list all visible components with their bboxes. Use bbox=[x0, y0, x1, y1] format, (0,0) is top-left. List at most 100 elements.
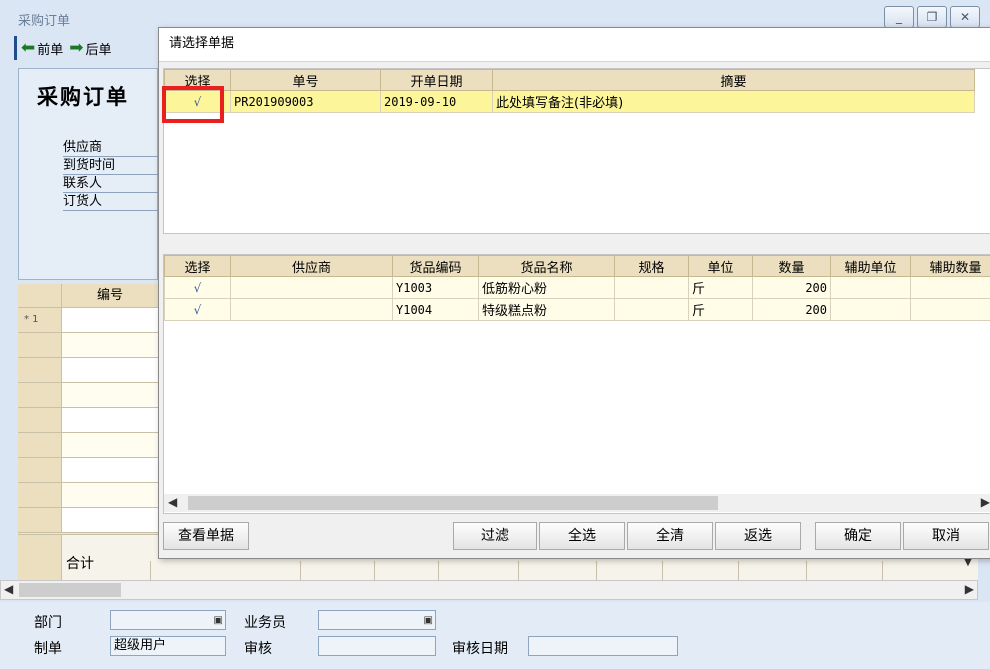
items-table-area: 选择 供应商 货品编码 货品名称 规格 单位 数量 辅助单位 辅助数量 √ Y1… bbox=[163, 254, 990, 514]
restore-icon[interactable]: ❐ bbox=[917, 6, 947, 28]
dropdown-icon: ▣ bbox=[213, 615, 223, 626]
grid-row[interactable] bbox=[18, 433, 158, 458]
items-table: 选择 供应商 货品编码 货品名称 规格 单位 数量 辅助单位 辅助数量 √ Y1… bbox=[164, 255, 990, 321]
order-no-cell: PR201909003 bbox=[230, 90, 381, 113]
orders-table-area: 选择 单号 开单日期 摘要 √ PR201909003 2019-09-10 此… bbox=[163, 68, 990, 234]
summary-cell: 此处填写备注(非必填) bbox=[492, 90, 975, 113]
order-lines-grid: 编号 * 1 bbox=[18, 284, 158, 533]
column-header-qty[interactable]: 数量 bbox=[752, 255, 831, 277]
column-header-aux-qty[interactable]: 辅助数量 bbox=[910, 255, 990, 277]
grid-row[interactable] bbox=[18, 333, 158, 358]
scroll-left-icon[interactable]: ◀ bbox=[4, 582, 13, 596]
contact-field-label: 联系人 bbox=[63, 175, 159, 193]
prev-order-label: 前单 bbox=[37, 42, 64, 58]
select-document-dialog: 请选择单据 选择 单号 开单日期 摘要 √ PR201909003 2019-0… bbox=[158, 27, 990, 559]
grid-row[interactable] bbox=[18, 383, 158, 408]
scroll-left-icon[interactable]: ◀ bbox=[168, 495, 177, 509]
chevron-down-icon[interactable]: ▼ bbox=[960, 557, 976, 575]
date-cell: 2019-09-10 bbox=[380, 90, 493, 113]
column-header-select[interactable]: 选择 bbox=[164, 255, 231, 277]
dialog-title: 请选择单据 bbox=[159, 28, 990, 62]
grid-row[interactable] bbox=[18, 508, 158, 533]
column-header-spec[interactable]: 规格 bbox=[614, 255, 689, 277]
orderer-field-label: 订货人 bbox=[63, 193, 159, 211]
grid-row[interactable] bbox=[18, 458, 158, 483]
department-select[interactable]: ▣ bbox=[110, 610, 226, 630]
maker-label: 制单 bbox=[34, 641, 62, 657]
column-header-aux-unit[interactable]: 辅助单位 bbox=[830, 255, 911, 277]
invert-selection-button[interactable]: 返选 bbox=[715, 522, 801, 550]
table-row[interactable]: √ Y1004 特级糕点粉 斤 200 0 bbox=[164, 298, 990, 321]
qty-cell: 200 bbox=[752, 298, 831, 321]
code-cell: Y1003 bbox=[392, 276, 479, 299]
audit-date-label: 审核日期 bbox=[452, 641, 508, 657]
next-order-button[interactable]: ➡ 后单 bbox=[69, 39, 111, 58]
audit-field bbox=[318, 636, 436, 656]
table-row[interactable]: √ Y1003 低筋粉心粉 斤 200 0 bbox=[164, 276, 990, 299]
next-order-label: 后单 bbox=[85, 42, 112, 58]
column-header-summary[interactable]: 摘要 bbox=[492, 69, 975, 91]
row-marker: * 1 bbox=[18, 308, 62, 332]
form-labels: 供应商 到货时间 联系人 订货人 bbox=[63, 139, 159, 211]
maker-field: 超级用户 bbox=[110, 636, 226, 656]
aux-qty-cell: 0 bbox=[910, 298, 990, 321]
filter-button[interactable]: 过滤 bbox=[453, 522, 537, 550]
items-horizontal-scrollbar[interactable]: ◀ ▶ bbox=[164, 494, 990, 512]
grid-row[interactable] bbox=[18, 408, 158, 433]
arrow-left-icon: ⬅ bbox=[21, 37, 36, 58]
column-header-code[interactable]: 货品编码 bbox=[392, 255, 479, 277]
minimize-icon[interactable]: _ bbox=[884, 6, 914, 28]
name-cell: 低筋粉心粉 bbox=[478, 276, 615, 299]
column-header-name[interactable]: 货品名称 bbox=[478, 255, 615, 277]
aux-qty-cell: 0 bbox=[910, 276, 990, 299]
column-header-supplier[interactable]: 供应商 bbox=[230, 255, 393, 277]
scrollbar-thumb[interactable] bbox=[188, 496, 718, 510]
orders-table-header: 选择 单号 开单日期 摘要 bbox=[164, 69, 975, 91]
aux-unit-cell bbox=[830, 298, 911, 321]
department-label: 部门 bbox=[34, 615, 62, 631]
grid-row[interactable] bbox=[18, 358, 158, 383]
supplier-field-label: 供应商 bbox=[63, 139, 159, 157]
name-cell: 特级糕点粉 bbox=[478, 298, 615, 321]
supplier-cell bbox=[230, 298, 393, 321]
scrollbar-thumb[interactable] bbox=[19, 583, 121, 597]
qty-cell: 200 bbox=[752, 276, 831, 299]
scroll-right-icon[interactable]: ▶ bbox=[981, 495, 990, 509]
audit-date-field bbox=[528, 636, 678, 656]
supplier-cell bbox=[230, 276, 393, 299]
grid-horizontal-scrollbar[interactable]: ◀ ▶ bbox=[0, 580, 978, 600]
order-header-form: 采购订单 供应商 到货时间 联系人 订货人 bbox=[18, 68, 159, 280]
grid-row[interactable] bbox=[18, 483, 158, 508]
arrival-time-field-label: 到货时间 bbox=[63, 157, 159, 175]
unit-cell: 斤 bbox=[688, 298, 753, 321]
spec-cell bbox=[614, 276, 689, 299]
aux-unit-cell bbox=[830, 276, 911, 299]
window-title: 采购订单 bbox=[18, 14, 71, 29]
toolbar: ⬅ 前单 ➡ 后单 bbox=[14, 36, 112, 60]
cancel-button[interactable]: 取消 bbox=[903, 522, 989, 550]
scroll-right-icon[interactable]: ▶ bbox=[965, 582, 974, 596]
column-header-unit[interactable]: 单位 bbox=[688, 255, 753, 277]
row-select-checkbox[interactable]: √ bbox=[164, 298, 231, 321]
prev-order-button[interactable]: ⬅ 前单 bbox=[21, 39, 63, 58]
ok-button[interactable]: 确定 bbox=[815, 522, 901, 550]
footer-fields: 部门 ▣ 业务员 ▣ 制单 超级用户 审核 审核日期 bbox=[0, 602, 990, 669]
window-controls: _ ❐ ✕ bbox=[884, 6, 980, 28]
arrow-right-icon: ➡ bbox=[69, 37, 84, 58]
audit-label: 审核 bbox=[244, 641, 272, 657]
table-row[interactable]: √ PR201909003 2019-09-10 此处填写备注(非必填) bbox=[164, 90, 975, 113]
grid-header: 编号 bbox=[18, 284, 158, 308]
column-header-date[interactable]: 开单日期 bbox=[380, 69, 493, 91]
column-header-order-no[interactable]: 单号 bbox=[230, 69, 381, 91]
spec-cell bbox=[614, 298, 689, 321]
grid-row[interactable]: * 1 bbox=[18, 308, 158, 333]
highlight-annotation bbox=[162, 86, 224, 123]
close-icon[interactable]: ✕ bbox=[950, 6, 980, 28]
dropdown-icon: ▣ bbox=[423, 615, 433, 626]
clear-all-button[interactable]: 全清 bbox=[627, 522, 713, 550]
view-document-button[interactable]: 查看单据 bbox=[163, 522, 249, 550]
items-table-header: 选择 供应商 货品编码 货品名称 规格 单位 数量 辅助单位 辅助数量 bbox=[164, 255, 990, 277]
row-select-checkbox[interactable]: √ bbox=[164, 276, 231, 299]
salesman-select[interactable]: ▣ bbox=[318, 610, 436, 630]
select-all-button[interactable]: 全选 bbox=[539, 522, 625, 550]
